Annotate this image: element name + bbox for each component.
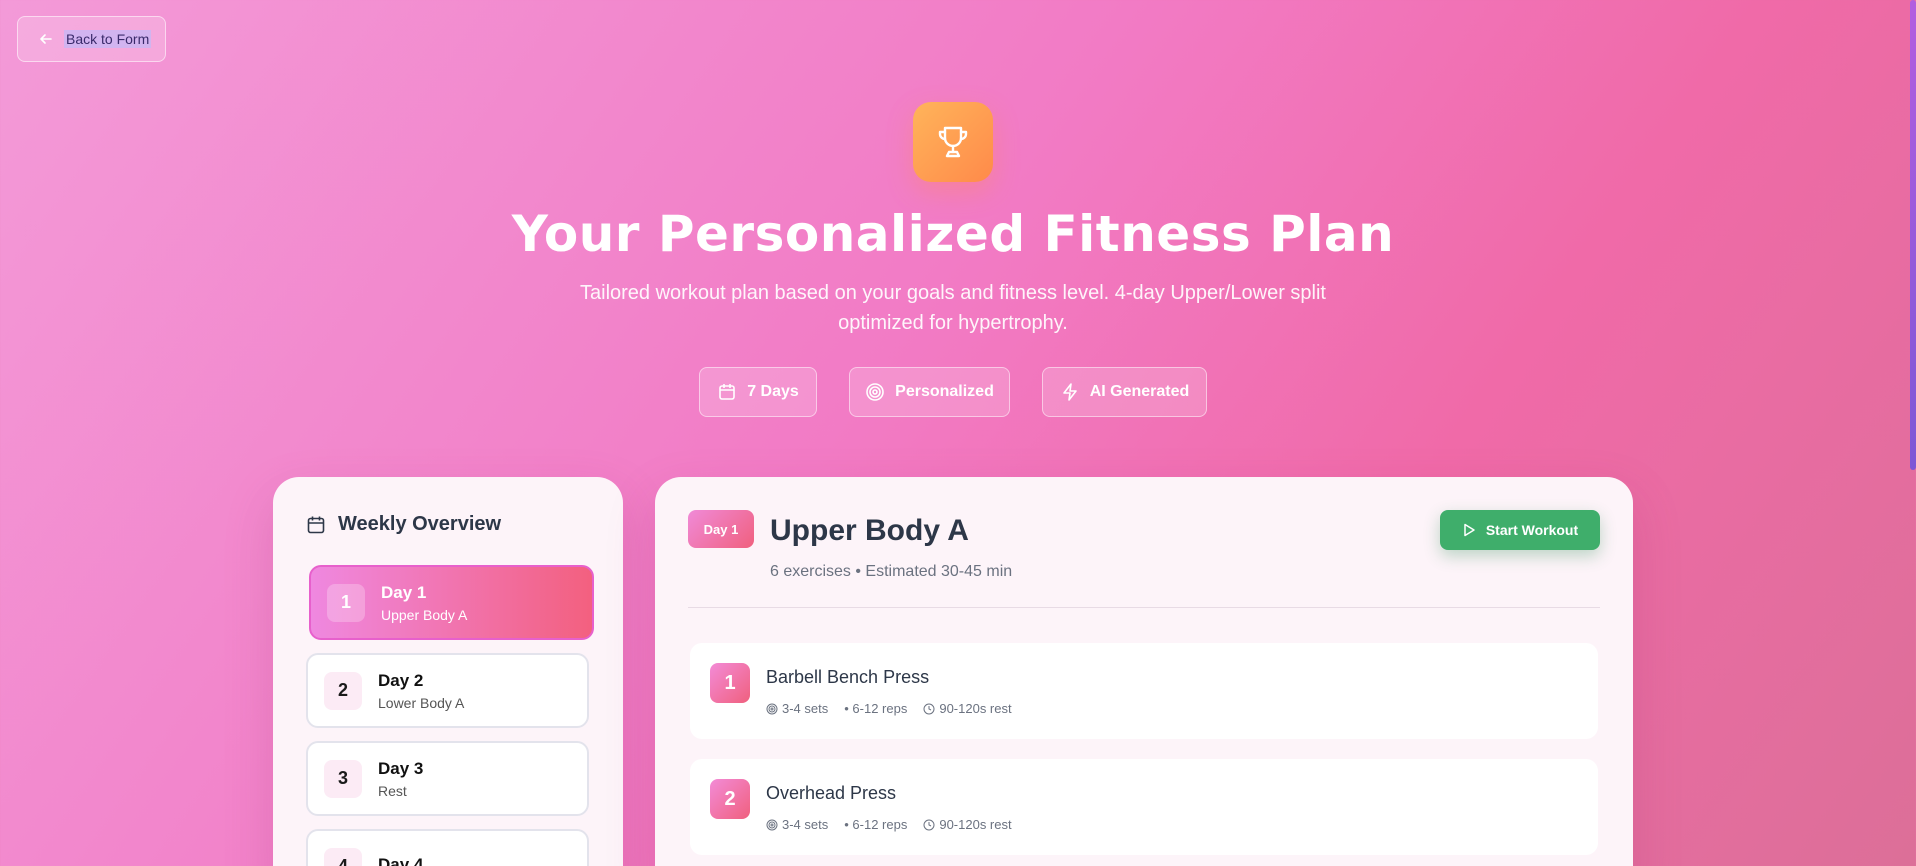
exercise-rest: 90-120s rest [939,701,1012,716]
day-title: Day 1 [381,582,427,602]
exercise-number: 2 [710,779,750,819]
weekly-overview-title: Weekly Overview [338,513,502,535]
day-title: Day 4 [378,854,424,866]
back-button-label: Back to Form [64,30,152,48]
arrow-left-icon [40,34,52,44]
target-icon [766,703,778,714]
sidebar-item-day-3[interactable]: 3 Day 3 Rest [306,741,589,816]
pill-7-days: 7 Days [699,367,817,417]
exercise-name: Barbell Bench Press [766,667,930,687]
day-subtitle: Upper Body A [381,606,468,623]
page-title: Your Personalized Fitness Plan [511,205,1395,263]
sidebar-item-day-1[interactable]: 1 Day 1 Upper Body A [309,565,594,640]
exercise-sets: 3-4 sets [782,817,829,832]
exercise-reps: • 6-12 reps [844,817,908,832]
pill-label: Personalized [895,383,994,400]
day-number: 4 [324,847,362,866]
day-number: 2 [324,671,362,710]
pill-personalized: Personalized [849,367,1010,417]
exercise-reps: • 6-12 reps [844,701,908,716]
back-to-form-button[interactable]: Back to Form [17,16,166,62]
pill-label: AI Generated [1089,383,1190,400]
page-subtitle: Tailored workout plan based on your goal… [580,282,1326,334]
start-workout-label: Start Workout [1485,522,1579,538]
clock-icon [923,819,935,830]
weekly-overview-panel: Weekly Overview 1 Day 1 Upper Body A 2 D… [273,477,623,866]
exercise-card[interactable]: 2 Overhead Press 3-4 sets • 6-12 reps 90… [690,759,1598,855]
calendar-icon [719,384,736,400]
day-badge: Day 1 [688,510,754,548]
workout-meta: 6 exercises • Estimated 30-45 min [770,563,1013,580]
day-title: Day 2 [378,670,424,690]
day-number: 3 [324,759,362,798]
sidebar-item-day-4[interactable]: 4 Day 4 [306,829,589,866]
target-icon [766,819,778,830]
trophy-icon [913,102,993,182]
day-number: 1 [327,583,365,622]
exercise-meta: 3-4 sets • 6-12 reps 90-120s rest [766,817,1012,832]
calendar-icon [307,516,325,533]
play-icon [1464,523,1475,537]
exercise-name: Overhead Press [766,783,897,803]
scrollbar-thumb[interactable] [1910,0,1916,470]
divider [688,607,1600,608]
start-workout-button[interactable]: Start Workout [1440,510,1600,550]
exercise-number: 1 [710,663,750,703]
exercise-meta: 3-4 sets • 6-12 reps 90-120s rest [766,701,1012,716]
lightning-icon [1062,383,1077,401]
exercise-card[interactable]: 1 Barbell Bench Press 3-4 sets • 6-12 re… [690,643,1598,739]
day-detail-panel: Day 1 Upper Body A 6 exercises • Estimat… [655,477,1633,866]
clock-icon [923,703,935,714]
target-icon [866,383,884,401]
pill-ai-generated: AI Generated [1042,367,1207,417]
weekly-overview-header: Weekly Overview [306,513,501,536]
exercise-sets: 3-4 sets [782,701,829,716]
exercise-rest: 90-120s rest [939,817,1012,832]
sidebar-item-day-2[interactable]: 2 Day 2 Lower Body A [306,653,589,728]
day-subtitle: Lower Body A [378,694,465,711]
scrollbar[interactable] [1910,0,1916,866]
pill-label: 7 Days [747,383,799,400]
day-title: Day 3 [378,758,424,778]
day-subtitle: Rest [378,782,407,799]
workout-title: Upper Body A [770,514,969,547]
